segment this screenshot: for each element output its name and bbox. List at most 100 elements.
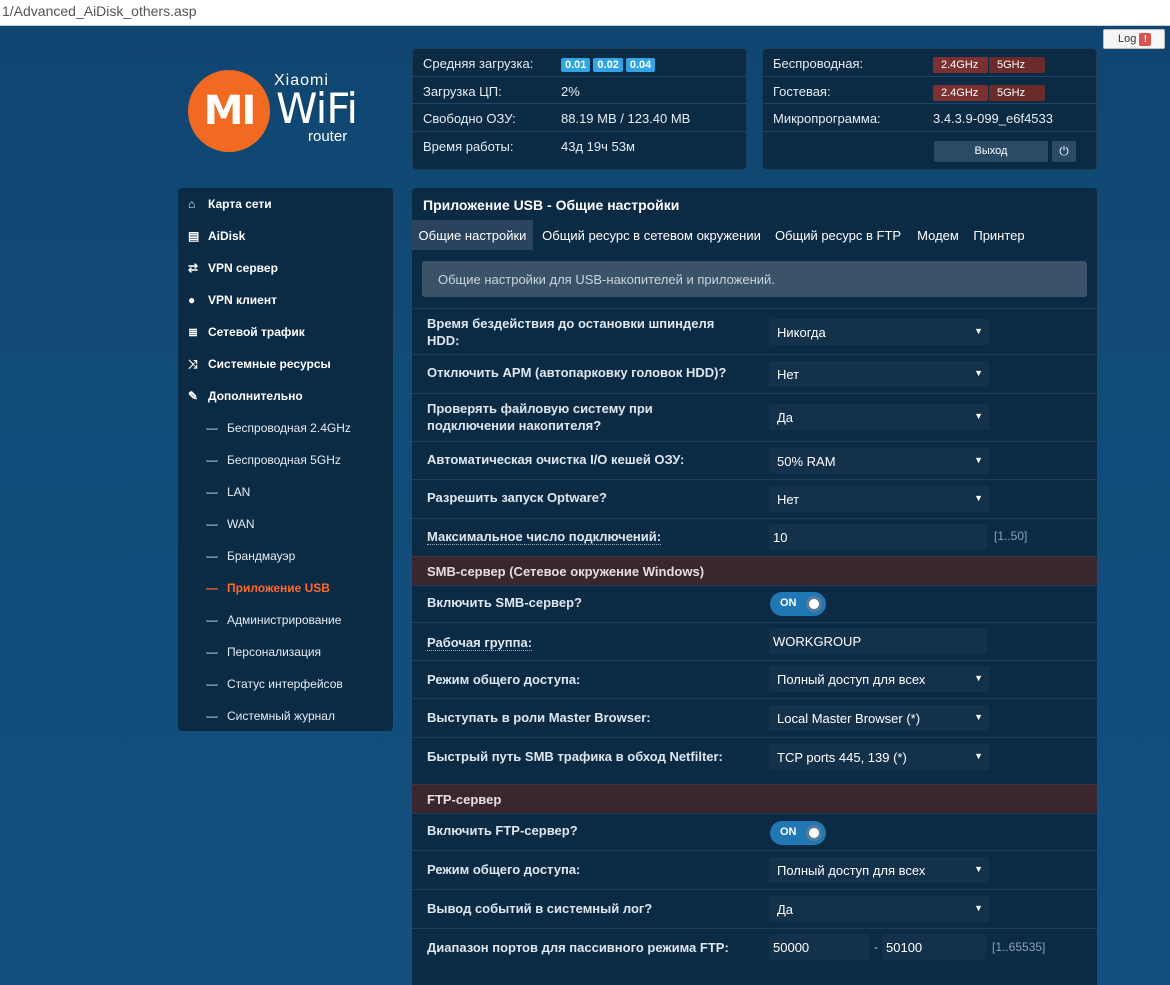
cache-label: Автоматическая очистка I/O кешей ОЗУ: xyxy=(427,452,685,467)
sidebar-item-vpn-server[interactable]: ⇄ VPN сервер xyxy=(178,252,393,284)
smb-section-header: SMB-сервер (Сетевое окружение Windows) xyxy=(412,556,1097,585)
ftp-port-to-input[interactable]: 50100 xyxy=(882,934,986,960)
sidebar-item-network-map[interactable]: ⌂ Карта сети xyxy=(178,188,393,220)
tab-network-share[interactable]: Общий ресурс в сетевом окружении xyxy=(536,220,767,250)
sidebar-subitem-personalization[interactable]: — Персонализация xyxy=(178,636,393,668)
ram-row: Свободно ОЗУ: 88.19 MB / 123.40 MB xyxy=(413,104,746,132)
settings-form: Время бездействия до остановки шпинделя H… xyxy=(412,308,1097,972)
workgroup-input[interactable]: WORKGROUP xyxy=(769,628,987,654)
sidebar-subitem-label: Брандмауэр xyxy=(227,549,296,563)
maxconn-row: Максимальное число подключений: 10 [1..5… xyxy=(412,518,1097,556)
toggle-knob-icon xyxy=(806,825,822,841)
logout-button[interactable]: Выход xyxy=(934,141,1048,162)
guest-5-badge[interactable]: 5GHz xyxy=(989,84,1045,101)
power-icon[interactable]: ⏻ xyxy=(1052,141,1076,162)
tab-ftp-share[interactable]: Общий ресурс в FTP xyxy=(772,220,904,250)
spindown-label: Время бездействия до остановки шпинделя H… xyxy=(427,315,714,349)
sidebar-subitem-usb-app[interactable]: — Приложение USB xyxy=(178,572,393,604)
ftp-enable-toggle[interactable]: ON xyxy=(770,821,826,845)
ftp-enable-row: Включить FTP-сервер? ON xyxy=(412,813,1097,850)
ftp-log-value: Да xyxy=(777,902,794,917)
ftp-enable-label: Включить FTP-сервер? xyxy=(427,823,578,838)
optware-select[interactable]: Нет ▼ xyxy=(769,486,989,512)
sidebar-subitem-firewall[interactable]: — Брандмауэр xyxy=(178,540,393,572)
sidebar-subitem-wan[interactable]: — WAN xyxy=(178,508,393,540)
wireless-24-badge[interactable]: 2.4GHz xyxy=(933,57,988,73)
chevron-down-icon: ▼ xyxy=(974,751,983,761)
sidebar-item-vpn-client[interactable]: ● VPN клиент xyxy=(178,284,393,316)
ftp-port-from-input[interactable]: 50000 xyxy=(769,934,870,960)
cache-row: Автоматическая очистка I/O кешей ОЗУ: 50… xyxy=(412,441,1097,479)
log-button[interactable]: Log! xyxy=(1103,29,1165,49)
tab-printer[interactable]: Принтер xyxy=(969,220,1029,250)
smb-access-label: Режим общего доступа: xyxy=(427,672,581,687)
cache-select[interactable]: 50% RAM ▼ xyxy=(769,448,989,474)
ram-label: Свободно ОЗУ: xyxy=(423,111,516,126)
sidebar-item-resources[interactable]: ⤨ Системные ресурсы xyxy=(178,348,393,380)
apm-label: Отключить APM (автопарковку головок HDD)… xyxy=(427,365,727,380)
firmware-row: Микропрограмма: 3.4.3.9-099_e6f4533 xyxy=(763,104,1096,132)
spindown-value: Никогда xyxy=(777,325,826,340)
sidebar-item-aidisk[interactable]: ▤ AiDisk xyxy=(178,220,393,252)
ftp-access-select[interactable]: Полный доступ для всех ▼ xyxy=(769,857,989,883)
alert-icon: ! xyxy=(1139,33,1152,46)
system-status-panel: Средняя загрузка: 0.01 0.02 0.04 Загрузка … xyxy=(412,48,747,170)
fscheck-select[interactable]: Да ▼ xyxy=(769,404,989,430)
optware-label: Разрешить запуск Optware? xyxy=(427,490,607,505)
uptime-label: Время работы: xyxy=(423,138,514,154)
cpu-value: 2% xyxy=(561,83,580,99)
smb-enable-toggle[interactable]: ON xyxy=(770,592,826,616)
smb-enable-row: Включить SMB-сервер? ON xyxy=(412,585,1097,622)
fastpath-label: Быстрый путь SMB трафика в обход Netfilt… xyxy=(427,749,723,764)
guest-24-badge[interactable]: 2.4GHz xyxy=(933,84,988,101)
master-browser-select[interactable]: Local Master Browser (*) ▼ xyxy=(769,705,989,731)
smb-access-select[interactable]: Полный доступ для всех ▼ xyxy=(769,666,989,692)
workgroup-row: Рабочая группа: WORKGROUP xyxy=(412,622,1097,660)
main-panel: Приложение USB - Общие настройки Общие н… xyxy=(412,188,1097,985)
logo-wifi: WiFi xyxy=(276,84,358,133)
chevron-down-icon: ▼ xyxy=(974,326,983,336)
fscheck-label: Проверять файловую систему при подключени… xyxy=(427,400,653,434)
apm-select[interactable]: Нет ▼ xyxy=(769,361,989,387)
shuffle-icon: ⤨ xyxy=(188,357,198,371)
mi-logo-icon: mi xyxy=(188,70,270,152)
uptime-value: 43д 19ч 53м xyxy=(561,138,635,154)
sidebar-item-label: Дополнительно xyxy=(208,389,303,403)
load-badge-15: 0.04 xyxy=(625,58,656,72)
fscheck-label-line1: Проверять файловую систему при xyxy=(427,401,653,416)
sidebar-subitem-syslog[interactable]: — Системный журнал xyxy=(178,700,393,732)
load-badge-1: 0.01 xyxy=(561,58,591,72)
cpu-row: Загрузка ЦП: 2% xyxy=(413,77,746,104)
wireless-label: Беспроводная: xyxy=(773,56,864,71)
address-bar[interactable]: 1/Advanced_AiDisk_others.asp xyxy=(0,0,1170,26)
apm-value: Нет xyxy=(777,367,800,382)
spindown-label-line1: Время бездействия до остановки шпинделя xyxy=(427,316,715,331)
chevron-down-icon: ▼ xyxy=(974,712,983,722)
sidebar-item-advanced[interactable]: ✎ Дополнительно xyxy=(178,380,393,412)
wireless-5-badge[interactable]: 5GHz xyxy=(989,57,1045,73)
sidebar-item-label: Системные ресурсы xyxy=(208,357,331,371)
master-browser-value: Local Master Browser (*) xyxy=(777,711,921,726)
maxconn-input[interactable]: 10 xyxy=(769,524,987,550)
sidebar-subitem-label: Приложение USB xyxy=(227,581,330,595)
sidebar-item-label: Сетевой трафик xyxy=(208,325,305,339)
sidebar-subitem-wireless-5[interactable]: — Беспроводная 5GHz xyxy=(178,444,393,476)
network-status-panel: Беспроводная: 2.4GHz 5GHz Гостевая: 2.4GH… xyxy=(762,48,1097,170)
ftp-log-select[interactable]: Да ▼ xyxy=(769,896,989,922)
spindown-select[interactable]: Никогда ▼ xyxy=(769,319,989,345)
tab-modem[interactable]: Модем xyxy=(912,220,964,250)
log-label: Log xyxy=(1118,33,1137,45)
chevron-down-icon: ▼ xyxy=(974,864,983,874)
sidebar-nav: ⌂ Карта сети ▤ AiDisk ⇄ VPN сервер ● VPN кли… xyxy=(178,188,393,731)
sidebar-subitem-admin[interactable]: — Администрирование xyxy=(178,604,393,636)
wireless-bands: 2.4GHz 5GHz xyxy=(933,56,1046,73)
sidebar-subitem-wireless-24[interactable]: — Беспроводная 2.4GHz xyxy=(178,412,393,444)
chevron-down-icon: ▼ xyxy=(974,903,983,913)
sidebar-subitem-interface-status[interactable]: — Статус интерфейсов xyxy=(178,668,393,700)
tab-general[interactable]: Общие настройки xyxy=(412,220,533,250)
sidebar-item-traffic[interactable]: ≣ Сетевой трафик xyxy=(178,316,393,348)
fastpath-select[interactable]: TCP ports 445, 139 (*) ▼ xyxy=(769,744,989,770)
ftp-port-separator: - xyxy=(874,940,878,954)
load-badge-5: 0.02 xyxy=(593,58,623,72)
sidebar-subitem-lan[interactable]: — LAN xyxy=(178,476,393,508)
